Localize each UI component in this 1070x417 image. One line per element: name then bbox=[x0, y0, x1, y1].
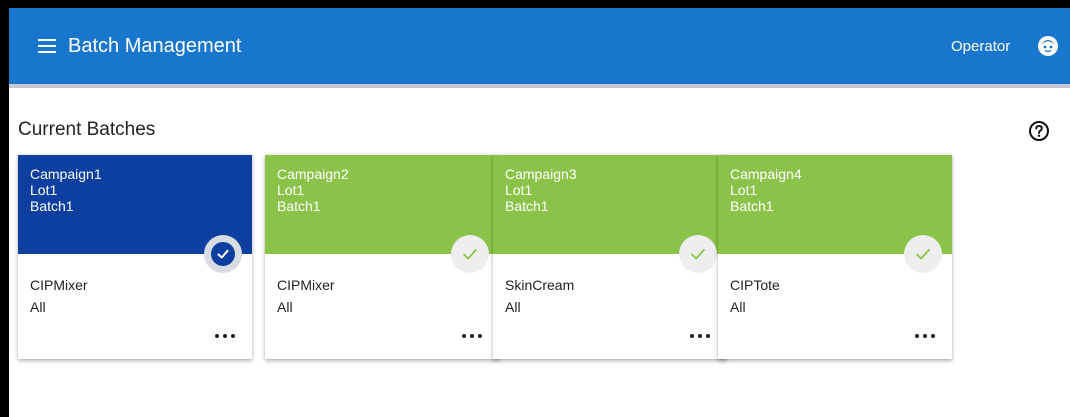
hamburger-menu-icon[interactable] bbox=[37, 36, 57, 56]
more-horizontal-icon[interactable] bbox=[214, 329, 236, 343]
help-circle-icon[interactable] bbox=[1028, 120, 1050, 142]
user-face-icon[interactable] bbox=[1037, 35, 1059, 57]
more-horizontal-icon[interactable] bbox=[461, 329, 483, 343]
batch-recipe-name: CIPMixer bbox=[30, 277, 88, 293]
check-icon[interactable] bbox=[679, 235, 717, 273]
batch-card[interactable]: Campaign3 Lot1 Batch1 SkinCream All bbox=[493, 155, 727, 359]
app-bar-divider bbox=[9, 84, 1070, 88]
batch-label: Batch1 bbox=[730, 198, 774, 214]
campaign-label: Campaign2 bbox=[277, 166, 349, 182]
batch-scope: All bbox=[505, 299, 521, 315]
app-bar: Batch Management Operator bbox=[9, 8, 1070, 84]
section-title: Current Batches bbox=[18, 119, 156, 140]
batch-scope: All bbox=[277, 299, 293, 315]
lot-label: Lot1 bbox=[730, 182, 758, 198]
lot-label: Lot1 bbox=[505, 182, 533, 198]
batch-card[interactable]: Campaign1 Lot1 Batch1 CIPMixer All bbox=[18, 155, 252, 359]
check-icon[interactable] bbox=[904, 235, 942, 273]
batch-card[interactable]: Campaign2 Lot1 Batch1 CIPMixer All bbox=[265, 155, 499, 359]
campaign-label: Campaign3 bbox=[505, 166, 577, 182]
campaign-label: Campaign1 bbox=[30, 166, 102, 182]
lot-label: Lot1 bbox=[277, 182, 305, 198]
batch-label: Batch1 bbox=[277, 198, 321, 214]
batch-recipe-name: SkinCream bbox=[505, 277, 575, 293]
lot-label: Lot1 bbox=[30, 182, 58, 198]
batch-recipe-name: CIPTote bbox=[730, 277, 780, 293]
batch-recipe-name: CIPMixer bbox=[277, 277, 335, 293]
more-horizontal-icon[interactable] bbox=[689, 329, 711, 343]
app-window: Batch Management Operator Current Batche… bbox=[9, 8, 1070, 417]
check-circle-filled-icon[interactable] bbox=[204, 235, 242, 273]
app-title: Batch Management bbox=[68, 35, 242, 57]
user-role-label[interactable]: Operator bbox=[951, 37, 1010, 57]
campaign-label: Campaign4 bbox=[730, 166, 802, 182]
check-icon[interactable] bbox=[451, 235, 489, 273]
batch-scope: All bbox=[730, 299, 746, 315]
batch-label: Batch1 bbox=[30, 198, 74, 214]
batch-scope: All bbox=[30, 299, 46, 315]
batch-card[interactable]: Campaign4 Lot1 Batch1 CIPTote All bbox=[718, 155, 952, 359]
more-horizontal-icon[interactable] bbox=[914, 329, 936, 343]
batch-label: Batch1 bbox=[505, 198, 549, 214]
